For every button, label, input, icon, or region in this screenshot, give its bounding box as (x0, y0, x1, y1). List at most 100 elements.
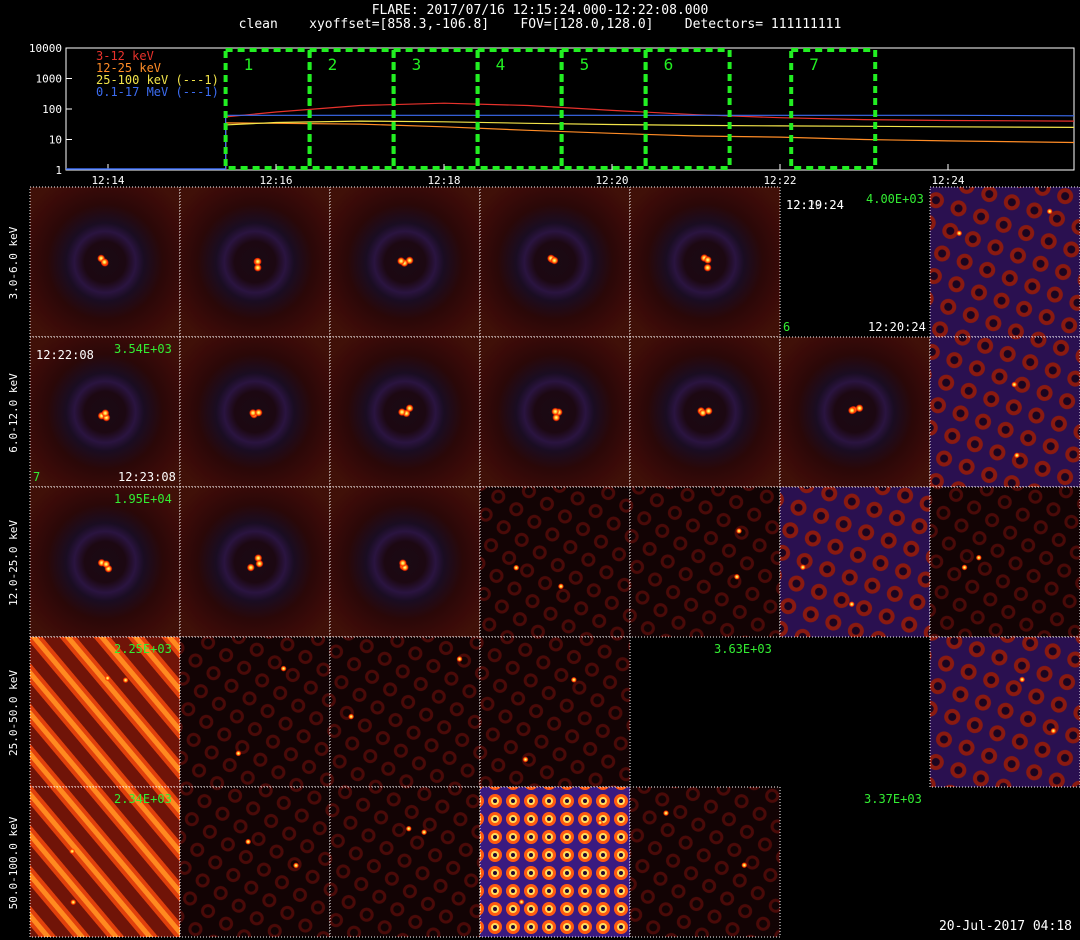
panel-r4-c2 (329, 786, 481, 938)
source-spot (513, 564, 520, 571)
panel-r4-c4 (629, 786, 781, 938)
source-spot (855, 404, 864, 413)
panel-r2-c3 (479, 486, 631, 638)
source-spot (246, 563, 255, 572)
r3-peak-value-2: 3.63E+03 (714, 642, 772, 656)
row-label-0: 3.0-6.0 keV (7, 226, 20, 300)
panel-image (480, 637, 630, 787)
source-spot (398, 559, 407, 568)
panel-r3-c3 (479, 636, 631, 788)
panel-r0-c2 (329, 186, 481, 338)
source-spot (456, 656, 463, 663)
panel-image (30, 787, 180, 937)
r0-interval-end: 12:20:24 (868, 320, 926, 334)
timestamp: 20-Jul-2017 04:18 (938, 919, 1072, 934)
source-spot (703, 263, 712, 272)
source-spot (122, 677, 129, 684)
r1-peak-value: 3.54E+03 (114, 342, 172, 356)
source-spot (799, 564, 806, 571)
source-spot (100, 258, 109, 267)
panel-r3-c0 (29, 636, 181, 788)
panel-r4-c0 (29, 786, 181, 938)
panel-r1-c6 (929, 336, 1080, 488)
panel-image (630, 787, 780, 937)
source-spot (293, 862, 300, 869)
source-spot (518, 898, 525, 905)
panel-r2-c5 (779, 486, 931, 638)
source-spot (397, 257, 406, 266)
source-spot (704, 406, 713, 415)
source-spot (1050, 727, 1057, 734)
r0-interval-number: 6 (783, 320, 791, 334)
panel-r3-c1 (179, 636, 331, 788)
panel-r2-c1 (179, 486, 331, 638)
panel-r2-c6 (929, 486, 1080, 638)
source-spot (1011, 381, 1018, 388)
source-spot (961, 564, 968, 571)
r4-peak-value: 2.34E+03 (114, 792, 172, 806)
panel-image (930, 637, 1080, 787)
source-spot (405, 404, 414, 413)
row-label-1: 6.0-12.0 keV (7, 373, 20, 453)
panel-image (930, 487, 1080, 637)
source-spot (557, 583, 564, 590)
r1-interval-start: 12:22:08 (36, 348, 94, 362)
panel-image (930, 187, 1080, 337)
panel-r4-c1 (179, 786, 331, 938)
source-spot (101, 409, 110, 418)
source-spot (570, 676, 577, 683)
panel-image (630, 487, 780, 637)
panel-image (930, 337, 1080, 487)
r0-interval-start-overlap: 12:20:24 (786, 198, 844, 212)
panel-r1-c2 (329, 336, 481, 488)
source-spot (551, 407, 560, 416)
panel-image (780, 487, 930, 637)
panel-r1-c4 (629, 336, 781, 488)
panel-r0-c6 (929, 186, 1080, 338)
panel-r3-c2 (329, 636, 481, 788)
panel-r0-c1 (179, 186, 331, 338)
panel-r0-c4 (629, 186, 781, 338)
r2-peak-value: 1.95E+04 (114, 492, 172, 506)
panel-image (480, 487, 630, 637)
source-spot (663, 810, 670, 817)
source-spot (1046, 208, 1053, 215)
source-spot (733, 573, 740, 580)
panel-image (180, 487, 330, 637)
source-spot (102, 560, 111, 569)
source-spot (848, 601, 855, 608)
source-spot (847, 406, 856, 415)
source-spot (975, 554, 982, 561)
source-spot (70, 899, 77, 906)
panel-r0-c3 (479, 186, 631, 338)
panel-r2-c2 (329, 486, 481, 638)
row-label-2: 12.0-25.0 keV (7, 519, 20, 607)
row-label-4: 50.0-100.0 keV (7, 816, 20, 910)
panel-image (180, 637, 330, 787)
panel-image (30, 637, 180, 787)
source-spot (735, 527, 742, 534)
source-spot (597, 819, 604, 826)
panel-image (330, 787, 480, 937)
source-spot (348, 713, 355, 720)
panel-r0-c0 (29, 186, 181, 338)
source-spot (703, 255, 712, 264)
panel-r3-c6 (929, 636, 1080, 788)
panel-r1-c3 (479, 336, 631, 488)
source-spot (245, 838, 252, 845)
panel-r1-c1 (179, 336, 331, 488)
source-spot (1013, 452, 1020, 459)
source-spot (405, 825, 412, 832)
panel-r2-c0 (29, 486, 181, 638)
source-spot (956, 230, 963, 237)
source-spot (253, 257, 262, 266)
source-spot (254, 408, 263, 417)
source-spot (741, 862, 748, 869)
source-spot (1019, 676, 1026, 683)
r0-peak-value: 4.00E+03 (866, 192, 924, 206)
source-spot (104, 675, 111, 682)
row-label-3: 25.0-50.0 keV (7, 669, 20, 757)
r4-peak-value-2: 3.37E+03 (864, 792, 922, 806)
panel-r4-c3 (479, 786, 631, 938)
source-spot (522, 756, 529, 763)
